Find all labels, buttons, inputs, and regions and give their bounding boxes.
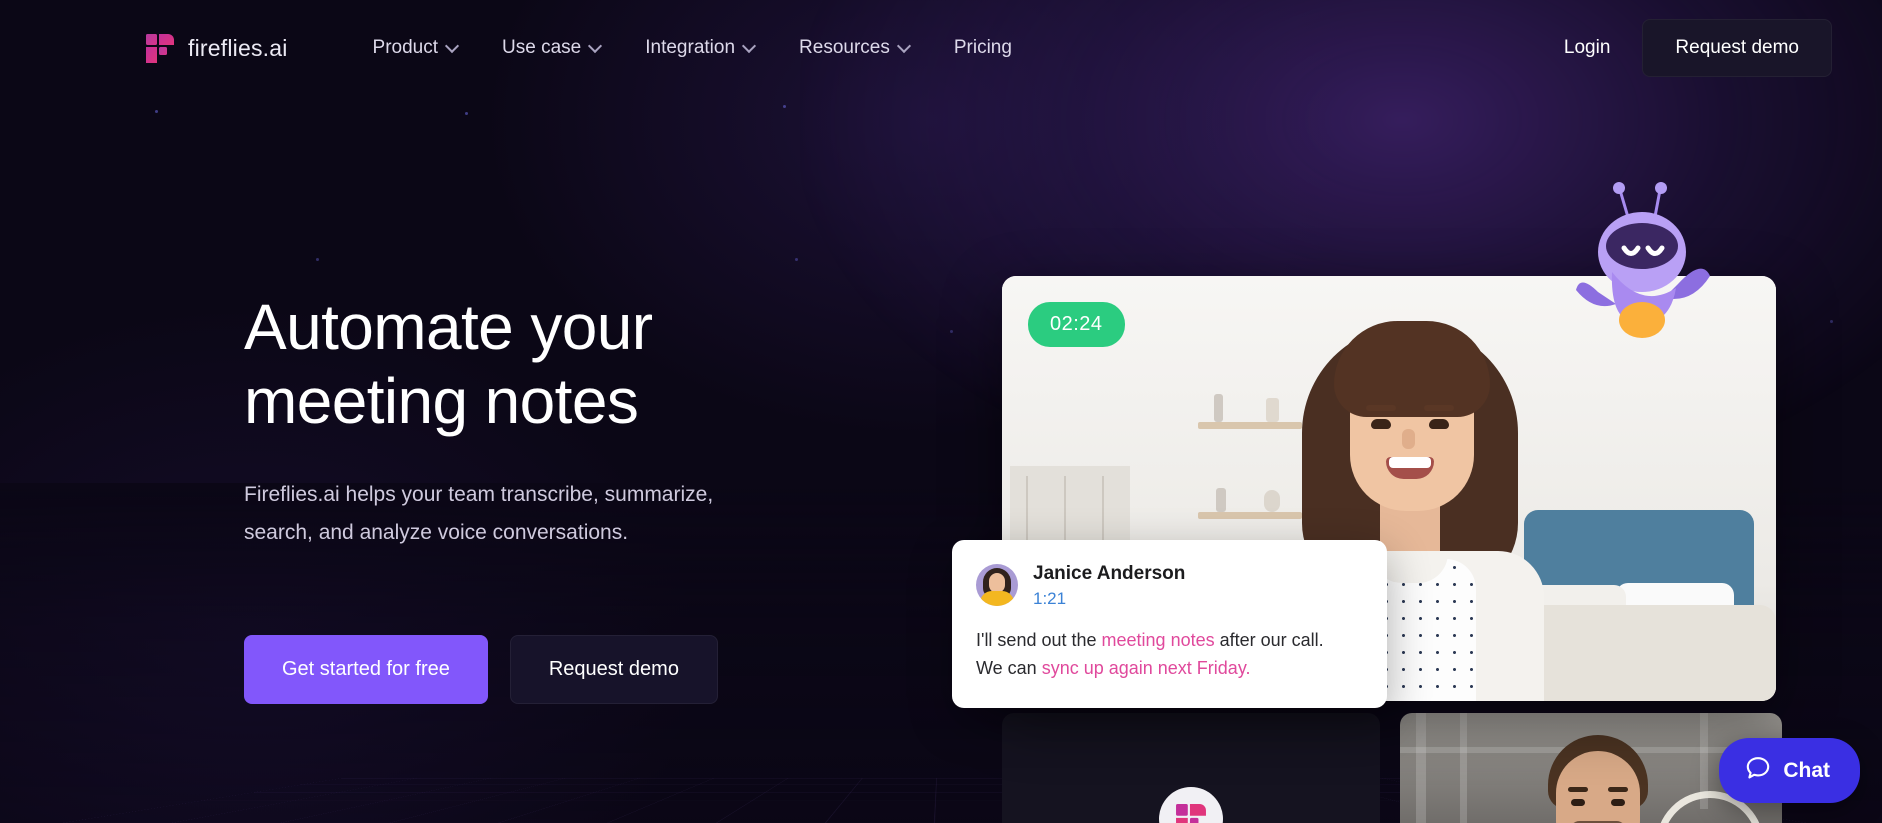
- fireflies-logo-icon: [146, 33, 174, 63]
- nav-item-integration[interactable]: Integration: [623, 27, 777, 69]
- hero-text-block: Automate your meeting notes Fireflies.ai…: [244, 290, 884, 704]
- nav-item-label: Use case: [502, 37, 582, 58]
- hero-media-block: 02:24 Janice Anderson 1:21 I'll send out…: [952, 182, 1782, 708]
- nav-item-resources[interactable]: Resources: [777, 27, 932, 69]
- participant2-eyebrow: [1608, 787, 1628, 792]
- chevron-down-icon: [447, 41, 458, 52]
- hero-title-line-1: Automate your: [244, 291, 653, 363]
- participant-nose: [1402, 429, 1415, 449]
- hero-subtitle-line-1: Fireflies.ai helps your team transcribe,…: [244, 483, 714, 506]
- nav-item-use-case[interactable]: Use case: [480, 27, 623, 69]
- second-participant: [1528, 735, 1668, 823]
- star-dot: [1830, 320, 1833, 323]
- star-dot: [155, 110, 158, 113]
- star-dot: [783, 105, 786, 108]
- chevron-down-icon: [590, 41, 601, 52]
- avatar-face: [989, 573, 1005, 594]
- fireflies-avatar-logo: [1159, 787, 1223, 823]
- transcript-line2-a: We can: [976, 657, 1042, 678]
- participant-eyebrow: [1424, 405, 1454, 411]
- avatar: [976, 564, 1018, 607]
- participant-teeth: [1389, 457, 1431, 468]
- request-demo-button-hero[interactable]: Request demo: [509, 635, 718, 704]
- participant-hair-front: [1334, 321, 1490, 417]
- office-pipe: [1460, 713, 1467, 823]
- login-link[interactable]: Login: [1542, 27, 1633, 69]
- participant2-eye: [1571, 799, 1585, 806]
- chat-widget-label: Chat: [1783, 758, 1830, 782]
- participant-eyebrow: [1366, 405, 1396, 411]
- participant-eye: [1429, 419, 1449, 429]
- nav-item-product[interactable]: Product: [351, 27, 480, 69]
- transcript-highlight-sync-up[interactable]: sync up again next Friday.: [1042, 658, 1251, 678]
- hero-cta-group: Get started for free Request demo: [244, 635, 884, 704]
- hero-subtitle-line-2: search, and analyze voice conversations.: [244, 521, 629, 544]
- nav-item-label: Product: [372, 37, 439, 58]
- star-dot: [316, 258, 319, 261]
- nav-item-label: Pricing: [953, 37, 1012, 58]
- chevron-down-icon: [744, 41, 755, 52]
- nav-links: Product Use case Integration Resources P…: [351, 27, 1034, 69]
- participant2-eyebrow: [1568, 787, 1588, 792]
- get-started-button[interactable]: Get started for free: [244, 635, 488, 704]
- nav-item-pricing[interactable]: Pricing: [932, 27, 1034, 69]
- request-demo-button-nav[interactable]: Request demo: [1642, 19, 1832, 77]
- star-dot: [950, 330, 953, 333]
- chevron-down-icon: [899, 41, 910, 52]
- transcript-highlight-meeting-notes[interactable]: meeting notes: [1102, 630, 1215, 650]
- star-dot: [795, 258, 798, 261]
- brand-name: fireflies.ai: [188, 34, 288, 61]
- brand-logo[interactable]: fireflies.ai: [146, 33, 288, 63]
- transcript-speaker-name: Janice Anderson: [1033, 563, 1186, 584]
- page-title: Automate your meeting notes: [244, 290, 884, 438]
- transcript-line1-b: after our call.: [1214, 629, 1324, 650]
- star-dot: [465, 112, 468, 115]
- fireflies-logo-icon: [1176, 803, 1206, 823]
- nav-item-label: Integration: [645, 37, 736, 58]
- participant-eye: [1371, 419, 1391, 429]
- avatar-body: [980, 591, 1014, 607]
- recording-timer-badge: 02:24: [1028, 302, 1125, 347]
- chat-bubble-icon: [1745, 755, 1771, 786]
- transcript-card-header: Janice Anderson 1:21: [976, 562, 1363, 609]
- room-decor: [1216, 488, 1226, 512]
- top-navigation-bar: fireflies.ai Product Use case Integratio…: [0, 0, 1882, 96]
- room-decor: [1214, 394, 1223, 422]
- transcript-timestamp[interactable]: 1:21: [1033, 589, 1185, 609]
- nav-actions: Login Request demo: [1542, 19, 1832, 77]
- hero-title-line-2: meeting notes: [244, 365, 639, 437]
- transcript-card: Janice Anderson 1:21 I'll send out the m…: [952, 540, 1387, 708]
- chat-widget-button[interactable]: Chat: [1719, 738, 1860, 803]
- participant2-eye: [1611, 799, 1625, 806]
- transcript-line1-a: I'll send out the: [976, 629, 1102, 650]
- hero-subtitle: Fireflies.ai helps your team transcribe,…: [244, 476, 819, 552]
- office-pipe: [1416, 713, 1426, 823]
- transcript-text: I'll send out the meeting notes after ou…: [976, 626, 1363, 682]
- firefly-robot-mascot-icon: [1568, 180, 1728, 340]
- nav-item-label: Resources: [799, 37, 890, 58]
- transcript-speaker-block: Janice Anderson 1:21: [1033, 562, 1185, 609]
- participant-card-logo[interactable]: [1002, 713, 1380, 823]
